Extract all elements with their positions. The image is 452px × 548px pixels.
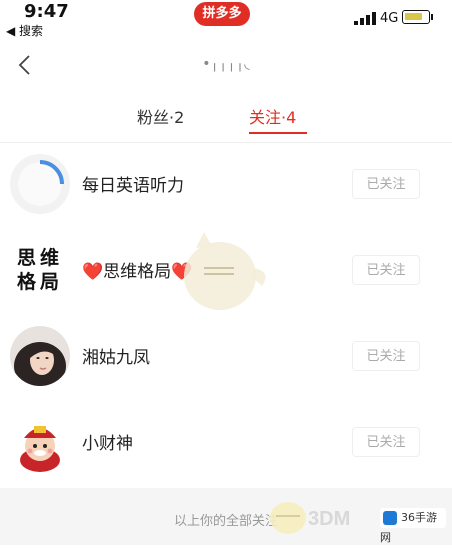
signal-icon	[354, 12, 376, 25]
avatar: 思维 格局	[10, 240, 70, 300]
footer: 以上你的全部关注 3DM 36手游网	[0, 488, 452, 545]
followed-button[interactable]: 已关注	[352, 427, 420, 457]
user-name: 小财神	[82, 434, 133, 454]
app-name-badge: 拼多多	[194, 2, 250, 26]
network-label: 4G	[380, 11, 399, 26]
navbar: •╷╷╷╷◟	[0, 44, 452, 88]
avatar	[10, 154, 70, 214]
avatar	[10, 326, 70, 386]
battery-tip	[431, 14, 433, 20]
page-title: •╷╷╷╷◟	[202, 56, 250, 72]
cartoon-god-avatar	[20, 426, 60, 472]
follow-tabs: 粉丝·2 关注·4	[0, 96, 452, 143]
followed-button[interactable]: 已关注	[352, 255, 420, 285]
site-logo-icon	[383, 511, 397, 525]
status-time: 9:47	[24, 1, 69, 22]
chevron-left-icon[interactable]	[12, 50, 42, 80]
status-bar: 9:47 ◀ 搜索 拼多多 4G	[0, 0, 452, 44]
watermark-3dm: 3DM	[308, 508, 351, 530]
user-name: 湘姑九凤	[82, 348, 150, 368]
tab-fans[interactable]: 粉丝·2	[137, 104, 184, 128]
site-badge: 36手游网	[380, 508, 446, 544]
followed-button[interactable]: 已关注	[352, 169, 420, 199]
active-tab-indicator	[249, 132, 307, 134]
list-item[interactable]: 每日英语听力 已关注	[0, 142, 452, 228]
battery-icon	[402, 10, 430, 24]
user-name: 每日英语听力	[82, 176, 184, 196]
sticker-overlay	[270, 502, 306, 534]
tab-following[interactable]: 关注·4	[249, 104, 296, 128]
battery-level-fill	[405, 13, 422, 20]
followed-button[interactable]: 已关注	[352, 341, 420, 371]
list-item[interactable]: 湘姑九凤 已关注	[0, 314, 452, 400]
list-item[interactable]: 小财神 已关注	[0, 400, 452, 486]
portrait-photo	[10, 326, 70, 386]
avatar	[10, 412, 70, 472]
avatar-calligraphy: 思维 格局	[16, 247, 63, 293]
sticker-overlay	[184, 232, 266, 310]
back-to-search-link[interactable]: ◀ 搜索	[6, 22, 43, 39]
loading-ring-icon	[18, 160, 64, 206]
